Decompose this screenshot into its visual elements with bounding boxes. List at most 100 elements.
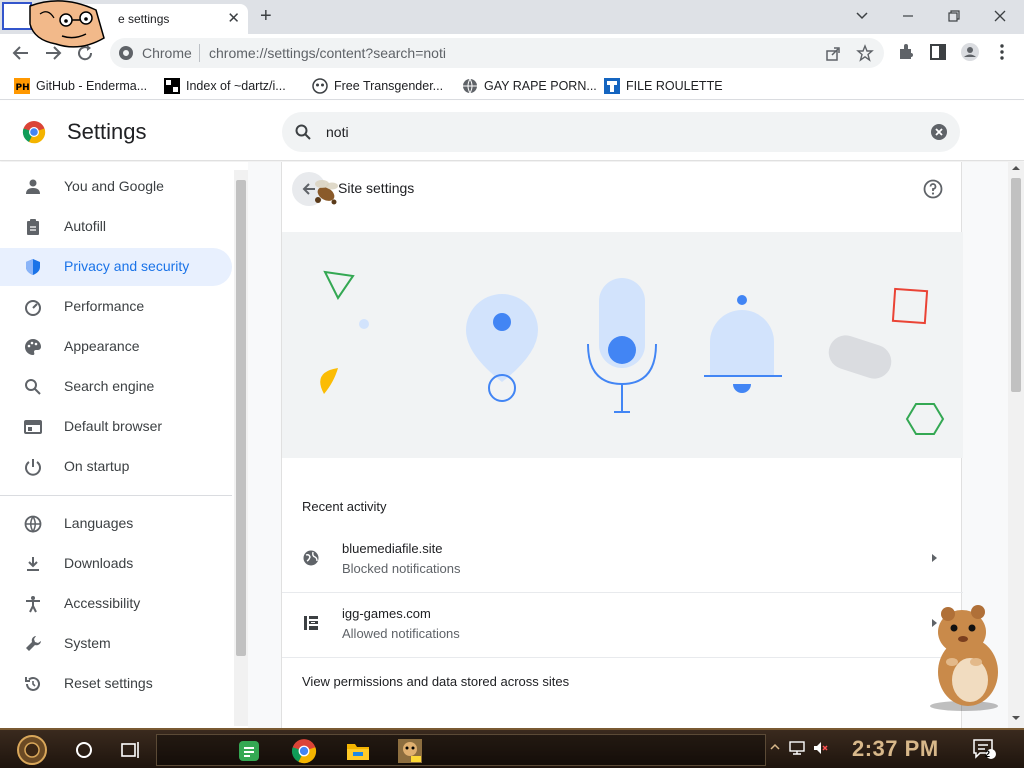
site-name: bluemediafile.site: [342, 541, 443, 556]
bookmark-label: Free Transgender...: [334, 79, 444, 93]
restore-icon[interactable]: [944, 6, 964, 26]
notes-app[interactable]: [237, 739, 261, 763]
chrome-app[interactable]: [291, 738, 317, 764]
bookmark-item[interactable]: PH GitHub - Enderma...: [14, 77, 147, 95]
scroll-up-icon[interactable]: [1012, 164, 1020, 172]
settings-header: Settings noti: [0, 101, 1024, 161]
sidebar-item-label: You and Google: [64, 178, 164, 194]
sidebar-scrollbar[interactable]: [234, 170, 248, 726]
notification-count: 2: [985, 749, 991, 759]
power-icon: [25, 459, 41, 476]
clipboard-icon: [27, 219, 39, 235]
tab-close-icon[interactable]: ✕: [227, 10, 240, 28]
tab-title: e settings: [118, 12, 170, 26]
show-hidden-icons-icon[interactable]: [770, 742, 780, 752]
sidebar-item-search-engine[interactable]: Search engine: [0, 368, 232, 406]
globe-icon: [463, 78, 477, 94]
search-icon: [295, 124, 311, 140]
recent-site-row[interactable]: igg-games.com Allowed notifications: [282, 592, 963, 656]
start-button[interactable]: [14, 734, 50, 766]
new-tab-button[interactable]: +: [260, 5, 272, 27]
row-divider: [282, 657, 963, 658]
bookmark-item[interactable]: GAY RAPE PORN...: [462, 77, 597, 95]
sidebar-item-system[interactable]: System: [0, 625, 232, 663]
sidebar-item-label: Performance: [64, 298, 145, 314]
cortana-icon[interactable]: [66, 734, 102, 766]
taskbar: 2:37 PM 2: [0, 728, 1024, 768]
svg-text:PH: PH: [16, 83, 30, 93]
address-bar[interactable]: Chrome chrome://settings/content?search=…: [110, 38, 884, 68]
network-icon[interactable]: [788, 740, 806, 756]
view-permissions-link[interactable]: View permissions and data stored across …: [302, 674, 569, 689]
bookmark-item[interactable]: Free Transgender...: [312, 77, 443, 95]
sidebar-item-downloads[interactable]: Downloads: [0, 545, 232, 583]
recent-site-row[interactable]: bluemediafile.site Blocked notifications: [282, 527, 963, 591]
sidebar-item-languages[interactable]: Languages: [0, 505, 232, 543]
notification-center-icon[interactable]: [972, 738, 996, 760]
site-name: igg-games.com: [342, 606, 431, 621]
main-scroll-thumb[interactable]: [1011, 178, 1021, 392]
minimize-icon[interactable]: [898, 6, 918, 26]
volume-muted-icon[interactable]: [812, 740, 830, 756]
site-permission-status: Allowed notifications: [342, 626, 460, 641]
file-explorer-app[interactable]: [345, 739, 371, 763]
sidebar-item-reset-settings[interactable]: Reset settings: [0, 665, 232, 703]
palette-icon: [25, 339, 41, 355]
browser-toolbar: Chrome chrome://settings/content?search=…: [0, 34, 1024, 70]
main-scrollbar[interactable]: [1008, 162, 1024, 728]
tab-search-chevron-icon[interactable]: [852, 6, 872, 26]
search-icon: [25, 379, 41, 395]
share-icon[interactable]: [824, 45, 842, 63]
side-panel-icon[interactable]: [928, 42, 948, 62]
cursor-bee-sprite: [315, 180, 338, 205]
clear-search-icon[interactable]: [930, 123, 948, 141]
site-permission-status: Blocked notifications: [342, 561, 461, 576]
sidebar-item-you-and-google[interactable]: You and Google: [0, 168, 232, 206]
sidebar-item-privacy-and-security[interactable]: Privacy and security: [0, 248, 232, 286]
settings-sidebar: You and Google Autofill Privacy and secu…: [0, 162, 248, 728]
wrench-icon: [26, 636, 41, 651]
sidebar-item-label: On startup: [64, 458, 130, 474]
sidebar-scroll-thumb[interactable]: [236, 180, 246, 656]
sidebar-item-appearance[interactable]: Appearance: [0, 328, 232, 366]
profile-avatar-icon[interactable]: [960, 42, 980, 62]
sidebar-item-default-browser[interactable]: Default browser: [0, 408, 232, 446]
ph-icon: PH: [14, 78, 30, 94]
close-window-icon[interactable]: [990, 6, 1010, 26]
sidebar-item-autofill[interactable]: Autofill: [0, 208, 232, 246]
more-menu-icon[interactable]: [992, 42, 1012, 62]
recent-activity-heading: Recent activity: [302, 499, 387, 514]
task-view-icon[interactable]: [112, 734, 148, 766]
sidebar-item-label: Privacy and security: [64, 258, 190, 274]
sidebar-item-accessibility[interactable]: Accessibility: [0, 585, 232, 623]
scroll-down-icon[interactable]: [1012, 714, 1020, 722]
chevron-right-icon: [932, 554, 937, 562]
sidebar-item-on-startup[interactable]: On startup: [0, 448, 232, 486]
bookmark-label: GAY RAPE PORN...: [484, 79, 597, 93]
sidebar-item-performance[interactable]: Performance: [0, 288, 232, 326]
url-text[interactable]: chrome://settings/content?search=noti: [209, 45, 446, 61]
help-icon[interactable]: [923, 179, 943, 199]
gauge-icon: [25, 300, 41, 316]
person-icon: [26, 179, 40, 194]
globe-icon: [303, 550, 319, 566]
sidebar-item-label: Reset settings: [64, 675, 153, 691]
bookmark-label: GitHub - Enderma...: [36, 79, 148, 93]
chrome-logo-icon: [22, 121, 46, 144]
bookmark-item[interactable]: Index of ~dartz/i...: [164, 77, 286, 95]
game-app[interactable]: [397, 738, 423, 764]
grid-icon: [164, 78, 180, 94]
url-separator: [199, 44, 200, 62]
url-prefix: Chrome: [142, 45, 192, 61]
chrome-site-icon: [119, 46, 133, 60]
extensions-icon[interactable]: [896, 42, 916, 62]
taskbar-clock[interactable]: 2:37 PM: [852, 736, 939, 762]
bookmark-star-icon[interactable]: [856, 44, 874, 62]
bookmark-item[interactable]: FILE ROULETTE: [604, 77, 723, 95]
site-favicon: [304, 616, 318, 630]
sidebar-item-label: Languages: [64, 515, 134, 531]
settings-search-input[interactable]: noti: [282, 112, 960, 152]
shield-icon: [26, 259, 40, 275]
reset-icon: [25, 676, 40, 691]
browser-icon: [24, 420, 42, 434]
